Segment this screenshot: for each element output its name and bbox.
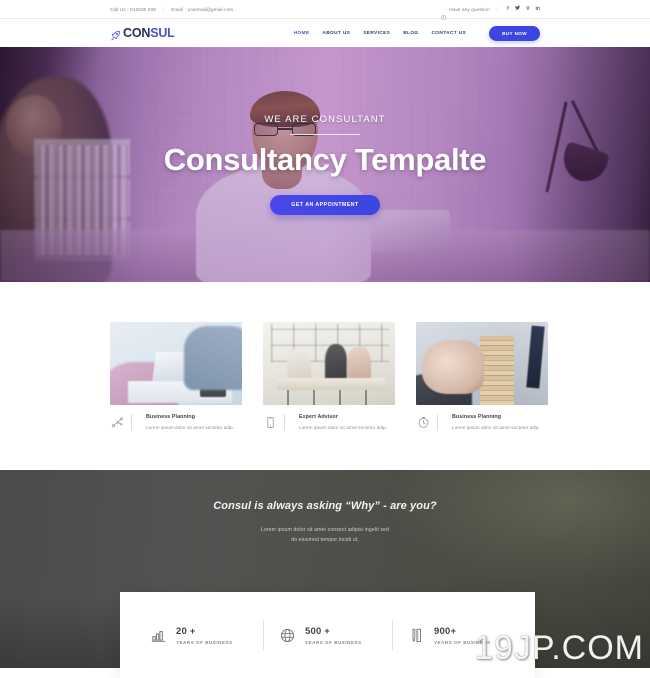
logo[interactable]: CONSUL — [110, 27, 175, 40]
site-header: CONSUL HOME ABOUT US SERVICES BLOG CONTA… — [0, 19, 650, 47]
clock-icon — [416, 414, 430, 430]
twitter-icon[interactable] — [514, 5, 521, 13]
stat-item-projects: 900+ YEARS OF BUSINESS — [392, 626, 521, 645]
topbar-separator-1: | — [162, 6, 165, 12]
globe-icon — [279, 627, 296, 644]
nav-item-services[interactable]: SERVICES — [363, 31, 390, 36]
network-nodes-icon — [110, 414, 124, 430]
stat-number-clients: 500 + — [305, 625, 331, 637]
topbar-separator-2: | — [496, 6, 499, 12]
service-text-1: Business Planning Lorem ipsum dolor sit … — [139, 414, 234, 430]
pen-ruler-icon — [408, 627, 425, 644]
quote-subtitle-line1: Lorem ipsum dolor sit amet consect adipi… — [260, 527, 390, 533]
service-title-2: Expert Advisor — [299, 414, 338, 420]
social-links: f V in — [507, 5, 540, 13]
top-bar: Call Us : 012036 039 | Email : yourmail@… — [0, 0, 650, 20]
services-section: Business Planning Lorem ipsum dolor sit … — [0, 282, 650, 430]
logo-text-part2: SUL — [150, 25, 175, 40]
stat-item-years: 20 + YEARS OF BUSINESS — [134, 626, 263, 645]
question-circle-icon — [441, 7, 447, 20]
service-desc-3: Lorem ipsum dolor sit amet sectetur adip… — [452, 425, 541, 430]
service-meta-2: Expert Advisor Lorem ipsum dolor sit ame… — [263, 414, 395, 430]
quote-title: Consul is always asking “Why” - are you? — [213, 500, 437, 512]
hero-content: WE ARE CONSULTANT Consultancy Tempalte G… — [0, 47, 650, 282]
service-card-expert-advisor[interactable]: Expert Advisor Lorem ipsum dolor sit ame… — [263, 322, 395, 430]
nav-item-about-us[interactable]: ABOUT US — [322, 31, 350, 36]
service-title-3: Business Planning — [452, 414, 502, 420]
service-title-1: Business Planning — [146, 414, 196, 420]
service-desc-2: Lorem ipsum dolor sit amet sectetur adip… — [299, 425, 388, 430]
hero-divider — [290, 134, 360, 136]
stat-item-clients: 500 + YEARS OF BUSINESS — [263, 626, 392, 645]
stat-text-years: 20 + YEARS OF BUSINESS — [176, 626, 233, 645]
service-divider-3 — [437, 414, 438, 430]
hero-title: Consultancy Tempalte — [163, 142, 487, 178]
rocket-icon — [110, 28, 121, 40]
stat-label-projects: YEARS OF BUSINESS — [434, 639, 491, 645]
service-meta-3: Business Planning Lorem ipsum dolor sit … — [416, 414, 548, 430]
stat-label-clients: YEARS OF BUSINESS — [305, 639, 362, 645]
logo-text: CONSUL — [123, 27, 175, 40]
service-desc-1: Lorem ipsum dolor sit amet sectetur adip… — [146, 425, 235, 430]
service-meta-1: Business Planning Lorem ipsum dolor sit … — [110, 414, 242, 430]
have-any-question-text[interactable]: Have any question — [449, 7, 490, 12]
get-an-appointment-button[interactable]: GET AN APPOINTMENT — [270, 194, 380, 215]
service-divider-2 — [284, 414, 285, 430]
vimeo-icon[interactable]: V — [526, 6, 529, 12]
buy-now-button[interactable]: BUY NOW — [489, 25, 540, 41]
service-image-1 — [110, 322, 242, 405]
linkedin-icon[interactable]: in — [536, 6, 540, 12]
email-text[interactable]: Email : yourmail@gmail.com — [171, 7, 233, 12]
quote-content: Consul is always asking “Why” - are you?… — [0, 470, 650, 545]
service-divider-1 — [131, 414, 132, 430]
quote-subtitle-line2: do eiusmod tempor incidi ut. — [291, 537, 359, 544]
nav-item-contact-us[interactable]: CONTACT US — [431, 31, 466, 36]
stat-text-clients: 500 + YEARS OF BUSINESS — [305, 626, 362, 645]
page-root: Call Us : 012036 039 | Email : yourmail@… — [0, 0, 650, 678]
service-image-3 — [416, 322, 548, 405]
top-bar-left: Call Us : 012036 039 | Email : yourmail@… — [110, 7, 233, 12]
top-bar-right: Have any question | f V in — [441, 5, 540, 20]
main-nav: HOME ABOUT US SERVICES BLOG CONTACT US B… — [294, 25, 540, 41]
stat-label-years: YEARS OF BUSINESS — [176, 639, 233, 645]
logo-text-part1: CON — [123, 25, 151, 40]
stat-number-projects: 900+ — [434, 625, 457, 637]
stats-card: 20 + YEARS OF BUSINESS 500 + YEARS OF BU… — [120, 592, 535, 678]
mobile-phone-icon — [263, 414, 277, 430]
phone-text[interactable]: Call Us : 012036 039 — [110, 7, 156, 12]
service-image-2 — [263, 322, 395, 405]
service-card-business-planning-1[interactable]: Business Planning Lorem ipsum dolor sit … — [110, 322, 242, 430]
stat-number-years: 20 + — [176, 625, 196, 637]
stat-text-projects: 900+ YEARS OF BUSINESS — [434, 626, 491, 645]
facebook-icon[interactable]: f — [507, 6, 509, 12]
nav-item-home[interactable]: HOME — [294, 31, 310, 36]
bar-chart-icon — [150, 627, 167, 644]
hero-kicker: WE ARE CONSULTANT — [264, 114, 386, 126]
service-card-business-planning-2[interactable]: Business Planning Lorem ipsum dolor sit … — [416, 322, 548, 430]
service-text-3: Business Planning Lorem ipsum dolor sit … — [445, 414, 540, 430]
hero-section: WE ARE CONSULTANT Consultancy Tempalte G… — [0, 47, 650, 282]
nav-item-blog[interactable]: BLOG — [403, 31, 418, 36]
service-text-2: Expert Advisor Lorem ipsum dolor sit ame… — [292, 414, 387, 430]
